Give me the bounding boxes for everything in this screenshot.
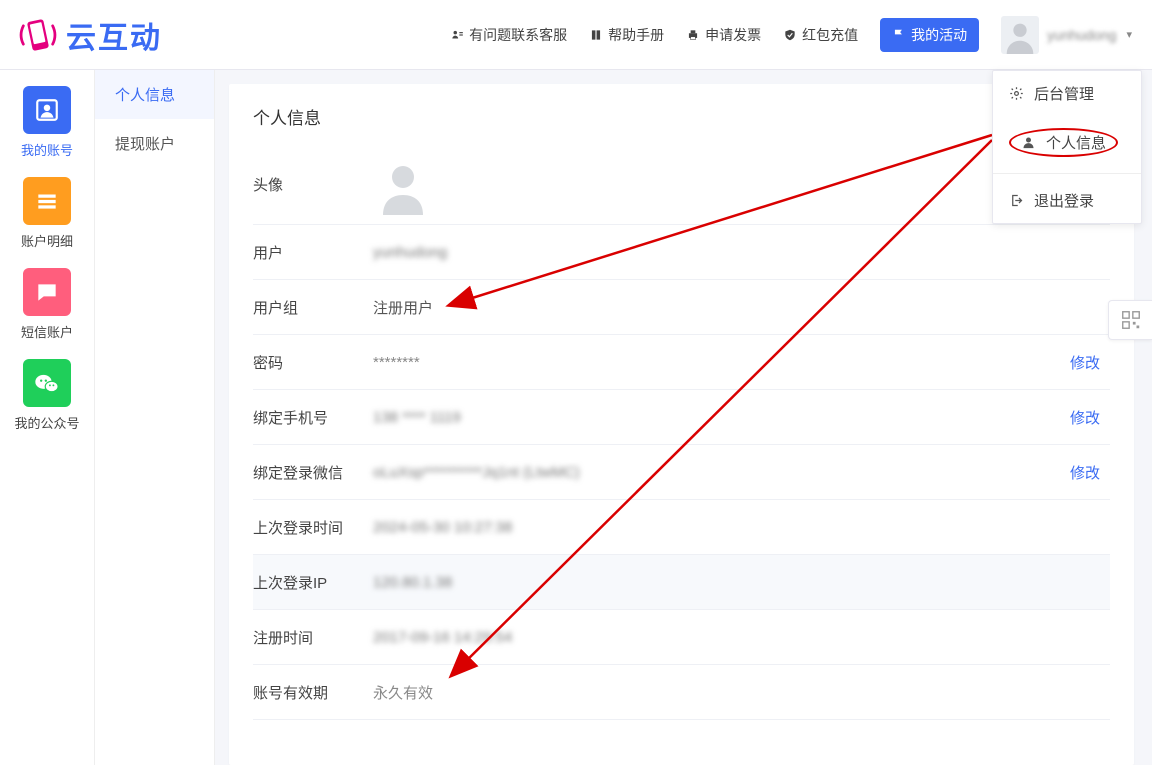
wechat-tile-icon: [23, 359, 71, 407]
row-avatar: 头像: [253, 145, 1110, 225]
account-tile-icon: [23, 86, 71, 134]
phone-shake-icon: [16, 13, 60, 57]
sidebar-item-detail[interactable]: 账户明细: [21, 177, 73, 250]
brand-text: 云互动: [66, 13, 162, 57]
nav-invoice[interactable]: 申请发票: [686, 25, 761, 45]
sidebar-item-account[interactable]: 我的账号: [21, 86, 73, 159]
printer-icon: [686, 28, 700, 42]
row-register-time: 注册时间 2017-09-16 14:29:54: [253, 610, 1110, 665]
gear-icon: [1009, 86, 1024, 101]
dropdown-profile[interactable]: 个人信息: [993, 116, 1141, 169]
row-group: 用户组 注册用户: [253, 280, 1110, 335]
subnav-withdraw[interactable]: 提现账户: [95, 119, 214, 168]
annotation-ellipse: 个人信息: [1009, 128, 1118, 157]
user-dropdown: 后台管理 个人信息 退出登录: [992, 70, 1142, 224]
detail-tile-icon: [23, 177, 71, 225]
row-last-login-ip: 上次登录IP 120.80.1.38: [253, 555, 1110, 610]
row-wechat: 绑定登录微信 oLuXsp**********Jq1nt (LtwMC) 修改: [253, 445, 1110, 500]
modify-phone-link[interactable]: 修改: [1070, 407, 1110, 428]
person-lines-icon: [450, 28, 464, 42]
logout-icon: [1009, 193, 1024, 208]
flag-icon: [892, 28, 906, 42]
user-menu-trigger[interactable]: yunhudong ▾: [1001, 16, 1132, 54]
modify-password-link[interactable]: 修改: [1070, 352, 1110, 373]
nav-contact-support[interactable]: 有问题联系客服: [450, 25, 567, 45]
body-layout: 我的账号 账户明细 短信账户 我的公众号 个人信息 提现账户 个人信息: [0, 70, 1152, 765]
top-header: 云互动 有问题联系客服 帮助手册 申请发票 红包充值 我的活动 yunhudon…: [0, 0, 1152, 70]
modify-wechat-link[interactable]: 修改: [1070, 462, 1110, 483]
brand-logo[interactable]: 云互动: [0, 13, 210, 57]
person-icon: [1021, 135, 1036, 150]
qr-icon: [1120, 309, 1142, 331]
chevron-down-icon: ▾: [1126, 28, 1132, 41]
shield-check-icon: [783, 28, 797, 42]
dropdown-admin[interactable]: 后台管理: [993, 71, 1141, 116]
dropdown-logout[interactable]: 退出登录: [993, 178, 1141, 223]
dropdown-separator: [993, 173, 1141, 174]
sms-tile-icon: [23, 268, 71, 316]
sidebar-item-wechat[interactable]: 我的公众号: [14, 359, 79, 432]
qr-side-widget[interactable]: [1108, 300, 1152, 340]
sidebar-item-sms[interactable]: 短信账户: [21, 268, 73, 341]
row-phone: 绑定手机号 138 **** 1119 修改: [253, 390, 1110, 445]
row-valid: 账号有效期 永久有效: [253, 665, 1110, 720]
subnav-profile[interactable]: 个人信息: [95, 70, 214, 119]
username-label: yunhudong: [1047, 27, 1116, 43]
row-last-login-time: 上次登录时间 2024-05-30 10:27:38: [253, 500, 1110, 555]
nav-help-manual[interactable]: 帮助手册: [589, 25, 664, 45]
nav-recharge[interactable]: 红包充值: [783, 25, 858, 45]
avatar-icon: [1001, 16, 1039, 54]
profile-info-list: 头像 用户 yunhudong 用户组 注册用户 密码: [229, 137, 1134, 720]
sidebar-secondary: 个人信息 提现账户: [95, 70, 215, 765]
my-activities-button[interactable]: 我的活动: [880, 18, 979, 52]
top-nav: 有问题联系客服 帮助手册 申请发票 红包充值 我的活动 yunhudong ▾: [210, 16, 1152, 54]
avatar-placeholder-icon: [373, 155, 433, 215]
row-password: 密码 ******** 修改: [253, 335, 1110, 390]
sidebar-primary: 我的账号 账户明细 短信账户 我的公众号: [0, 70, 95, 765]
book-icon: [589, 28, 603, 42]
row-user: 用户 yunhudong: [253, 225, 1110, 280]
